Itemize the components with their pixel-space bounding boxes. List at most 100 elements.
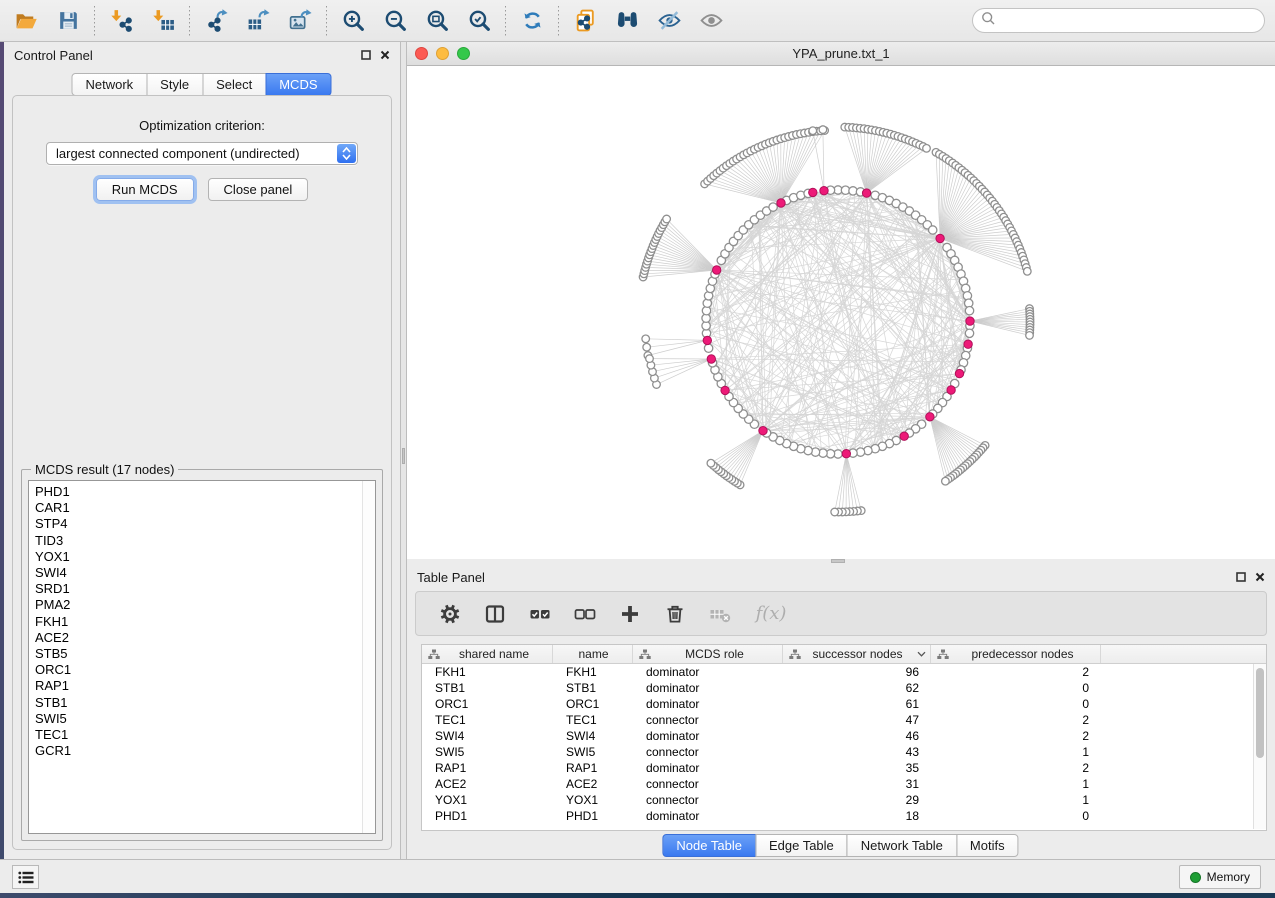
mcds-result-node[interactable]: ACE2 — [35, 630, 375, 646]
export-image-button[interactable] — [284, 6, 316, 36]
mcds-result-node[interactable]: CAR1 — [35, 500, 375, 516]
mcds-result-node[interactable]: SWI5 — [35, 711, 375, 727]
network-node[interactable] — [965, 329, 973, 337]
export-table-button[interactable] — [242, 6, 274, 36]
horizontal-splitter-grip[interactable] — [831, 559, 845, 563]
network-node[interactable] — [1024, 268, 1032, 276]
network-hub-node[interactable] — [820, 187, 828, 195]
network-node[interactable] — [704, 344, 712, 352]
network-canvas[interactable] — [407, 66, 1273, 557]
select-all-rows-button[interactable] — [526, 600, 554, 628]
table-row[interactable]: ACE2ACE2connector311 — [422, 776, 1266, 792]
network-node[interactable] — [819, 126, 827, 134]
network-node[interactable] — [809, 127, 817, 135]
mcds-result-node[interactable]: SWI4 — [35, 565, 375, 581]
mcds-result-node[interactable]: SRD1 — [35, 581, 375, 597]
table-row[interactable]: SWI4SWI4dominator462 — [422, 728, 1266, 744]
table-row[interactable]: STB1STB1dominator620 — [422, 680, 1266, 696]
mcds-result-node[interactable]: STB1 — [35, 695, 375, 711]
network-hub-node[interactable] — [964, 340, 972, 348]
network-node[interactable] — [965, 307, 973, 315]
network-graph[interactable] — [407, 66, 1273, 557]
tab-edge-table[interactable]: Edge Table — [755, 834, 848, 857]
network-node[interactable] — [646, 355, 654, 363]
mcds-result-node[interactable]: TEC1 — [35, 727, 375, 743]
column-header-MCDS-role[interactable]: MCDS role — [633, 645, 783, 663]
import-network-button[interactable] — [105, 6, 137, 36]
network-hub-node[interactable] — [955, 369, 963, 377]
tab-node-table[interactable]: Node Table — [662, 834, 756, 857]
network-hub-node[interactable] — [900, 432, 908, 440]
deselect-all-rows-button[interactable] — [571, 600, 599, 628]
network-node[interactable] — [929, 226, 937, 234]
delete-column-button[interactable] — [661, 600, 689, 628]
network-hub-node[interactable] — [721, 386, 729, 394]
tab-select[interactable]: Select — [202, 73, 266, 96]
tab-network-table[interactable]: Network Table — [847, 834, 957, 857]
table-scrollbar[interactable] — [1253, 664, 1266, 829]
network-hub-node[interactable] — [947, 386, 955, 394]
task-history-button[interactable] — [12, 865, 39, 889]
search-input[interactable] — [1001, 11, 1264, 31]
network-hub-node[interactable] — [713, 266, 721, 274]
network-hub-node[interactable] — [703, 336, 711, 344]
column-header-successor-nodes[interactable]: successor nodes — [783, 645, 931, 663]
table-settings-button[interactable] — [436, 600, 464, 628]
network-hub-node[interactable] — [966, 317, 974, 325]
add-column-button[interactable] — [616, 600, 644, 628]
mcds-result-node[interactable]: GCR1 — [35, 743, 375, 759]
memory-button[interactable]: Memory — [1179, 865, 1261, 889]
close-panel-button[interactable]: Close panel — [208, 178, 309, 201]
mcds-result-node[interactable]: TID3 — [35, 533, 375, 549]
network-node[interactable] — [642, 335, 650, 343]
mcds-result-list[interactable]: PHD1CAR1STP4TID3YOX1SWI4SRD1PMA2FKH1ACE2… — [28, 480, 376, 834]
network-hub-node[interactable] — [936, 234, 944, 242]
network-node[interactable] — [643, 343, 651, 351]
table-row[interactable]: ORC1ORC1dominator610 — [422, 696, 1266, 712]
network-search-button[interactable] — [611, 6, 643, 36]
hide-graphics-details-button[interactable] — [653, 6, 685, 36]
table-scrollbar-thumb[interactable] — [1256, 668, 1264, 758]
mcds-result-node[interactable]: YOX1 — [35, 549, 375, 565]
apply-preferred-layout-button[interactable] — [516, 6, 548, 36]
zoom-in-button[interactable] — [337, 6, 369, 36]
network-node[interactable] — [831, 508, 839, 516]
open-file-button[interactable] — [10, 6, 42, 36]
column-header-predecessor-nodes[interactable]: predecessor nodes — [931, 645, 1101, 663]
choose-columns-button[interactable] — [481, 600, 509, 628]
mcds-result-node[interactable]: RAP1 — [35, 678, 375, 694]
export-network-button[interactable] — [200, 6, 232, 36]
network-search-field[interactable] — [972, 8, 1265, 33]
column-header-name[interactable]: name — [553, 645, 633, 663]
share-document-button[interactable] — [569, 6, 601, 36]
table-row[interactable]: RAP1RAP1dominator352 — [422, 760, 1266, 776]
table-row[interactable]: YOX1YOX1connector291 — [422, 792, 1266, 808]
save-session-button[interactable] — [52, 6, 84, 36]
mcds-result-node[interactable]: STP4 — [35, 516, 375, 532]
mcds-result-node[interactable]: PHD1 — [35, 484, 375, 500]
network-node[interactable] — [923, 145, 931, 153]
show-graphics-details-button[interactable] — [695, 6, 727, 36]
vertical-splitter-grip[interactable] — [402, 448, 405, 464]
network-node[interactable] — [1026, 332, 1034, 340]
network-hub-node[interactable] — [842, 450, 850, 458]
tab-mcds[interactable]: MCDS — [265, 73, 331, 96]
table-row[interactable]: PHD1PHD1dominator180 — [422, 808, 1266, 824]
result-list-scrollbar[interactable] — [362, 481, 375, 833]
vertical-splitter[interactable] — [400, 42, 407, 859]
table-row[interactable]: TEC1TEC1connector472 — [422, 712, 1266, 728]
network-hub-node[interactable] — [926, 413, 934, 421]
close-panel-icon[interactable] — [380, 48, 390, 63]
zoom-fit-button[interactable] — [421, 6, 453, 36]
zoom-selected-button[interactable] — [463, 6, 495, 36]
network-hub-node[interactable] — [759, 427, 767, 435]
network-hub-node[interactable] — [862, 189, 870, 197]
network-node[interactable] — [663, 215, 671, 223]
network-hub-node[interactable] — [777, 199, 785, 207]
network-node[interactable] — [942, 477, 950, 485]
mcds-result-node[interactable]: STB5 — [35, 646, 375, 662]
close-table-panel-icon[interactable] — [1255, 570, 1265, 585]
mcds-result-node[interactable]: FKH1 — [35, 614, 375, 630]
run-mcds-button[interactable]: Run MCDS — [96, 178, 194, 201]
network-hub-node[interactable] — [809, 188, 817, 196]
